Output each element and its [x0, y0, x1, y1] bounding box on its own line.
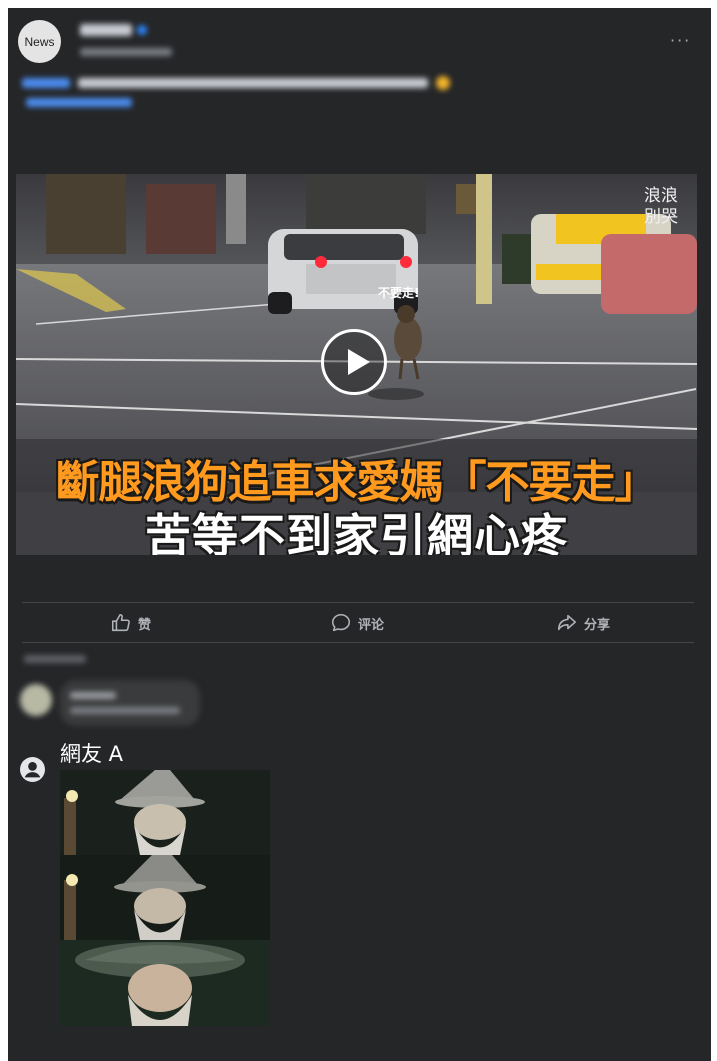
- thumbs-up-icon: [111, 613, 130, 632]
- like-button[interactable]: 赞: [110, 612, 151, 634]
- comment-icon: [331, 613, 351, 632]
- poster-name[interactable]: [80, 24, 132, 36]
- post-card: News ··· 浪浪 別哭 不要走! 斷腿浪狗追車求愛媽「不要走」 苦等不到家…: [8, 8, 711, 1061]
- avatar[interactable]: [20, 684, 52, 716]
- page-avatar[interactable]: News: [18, 20, 61, 63]
- speech-bubble: 不要走!: [378, 286, 420, 300]
- share-label: 分享: [584, 617, 611, 633]
- divider: [22, 602, 694, 603]
- play-icon[interactable]: [321, 329, 387, 395]
- comment-bubble: [60, 680, 200, 726]
- emoji-icon: [436, 76, 450, 90]
- video-headline-2: 苦等不到家引網心疼: [145, 509, 568, 555]
- more-options-icon[interactable]: ···: [670, 33, 689, 49]
- like-label: 赞: [138, 617, 152, 633]
- channel-watermark: 浪浪 別哭: [639, 186, 683, 228]
- comment-button[interactable]: 评论: [330, 612, 384, 634]
- video-player[interactable]: 浪浪 別哭 不要走! 斷腿浪狗追車求愛媽「不要走」 苦等不到家引網心疼: [16, 174, 697, 555]
- post-caption: [22, 76, 450, 90]
- caption-link[interactable]: [26, 98, 132, 107]
- comment-label: 评论: [358, 617, 385, 633]
- page-avatar-label: News: [24, 34, 55, 49]
- share-icon: [557, 614, 577, 631]
- divider: [22, 642, 694, 643]
- watermark-line-2: 別哭: [644, 207, 678, 227]
- verified-icon: [137, 25, 147, 35]
- comment-author[interactable]: 網友 A: [60, 738, 123, 768]
- comment-image[interactable]: [60, 770, 270, 1026]
- watermark-line-1: 浪浪: [644, 186, 678, 206]
- gandalf-meme-image: [60, 770, 270, 1026]
- share-button[interactable]: 分享: [556, 612, 610, 634]
- post-timestamp[interactable]: [80, 48, 172, 56]
- comment-sort-dropdown[interactable]: [24, 655, 86, 663]
- caption-hashtag[interactable]: [22, 78, 70, 88]
- user-avatar-icon[interactable]: [20, 757, 45, 782]
